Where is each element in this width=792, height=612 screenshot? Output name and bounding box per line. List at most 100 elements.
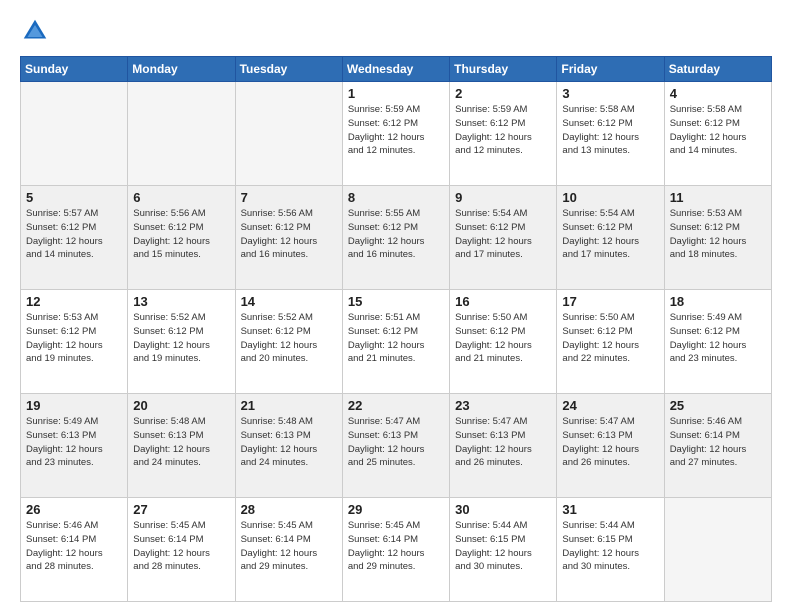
day-info: Sunrise: 5:56 AM Sunset: 6:12 PM Dayligh… [133, 207, 229, 262]
calendar-cell [21, 82, 128, 186]
logo-icon [20, 16, 50, 46]
calendar-cell [128, 82, 235, 186]
day-info: Sunrise: 5:59 AM Sunset: 6:12 PM Dayligh… [348, 103, 444, 158]
calendar-cell: 20 Sunrise: 5:48 AM Sunset: 6:13 PM Dayli… [128, 394, 235, 498]
day-info: Sunrise: 5:47 AM Sunset: 6:13 PM Dayligh… [348, 415, 444, 470]
day-info: Sunrise: 5:52 AM Sunset: 6:12 PM Dayligh… [241, 311, 337, 366]
day-number: 19 [26, 398, 122, 413]
weekday-header-tuesday: Tuesday [235, 57, 342, 82]
calendar-cell: 7 Sunrise: 5:56 AM Sunset: 6:12 PM Daylig… [235, 186, 342, 290]
day-number: 4 [670, 86, 766, 101]
day-number: 26 [26, 502, 122, 517]
week-row-2: 5Sunrise: 5:57 AM Sunset: 6:12 PM Daylig… [21, 186, 772, 290]
calendar-cell: 17 Sunrise: 5:50 AM Sunset: 6:12 PM Dayli… [557, 290, 664, 394]
day-number: 14 [241, 294, 337, 309]
day-info: Sunrise: 5:50 AM Sunset: 6:12 PM Dayligh… [562, 311, 658, 366]
calendar-cell: 19Sunrise: 5:49 AM Sunset: 6:13 PM Dayli… [21, 394, 128, 498]
day-info: Sunrise: 5:46 AM Sunset: 6:14 PM Dayligh… [26, 519, 122, 574]
day-info: Sunrise: 5:48 AM Sunset: 6:13 PM Dayligh… [133, 415, 229, 470]
calendar-cell: 2Sunrise: 5:59 AM Sunset: 6:12 PM Daylig… [450, 82, 557, 186]
weekday-header-sunday: Sunday [21, 57, 128, 82]
weekday-header-monday: Monday [128, 57, 235, 82]
day-number: 15 [348, 294, 444, 309]
calendar-cell: 12 Sunrise: 5:53 AM Sunset: 6:12 PM Dayli… [21, 290, 128, 394]
day-info: Sunrise: 5:47 AM Sunset: 6:13 PM Dayligh… [562, 415, 658, 470]
day-number: 5 [26, 190, 122, 205]
day-number: 2 [455, 86, 551, 101]
day-info: Sunrise: 5:54 AM Sunset: 6:12 PM Dayligh… [562, 207, 658, 262]
week-row-1: 1 Sunrise: 5:59 AM Sunset: 6:12 PM Daylig… [21, 82, 772, 186]
calendar-cell: 9 Sunrise: 5:54 AM Sunset: 6:12 PM Daylig… [450, 186, 557, 290]
day-number: 11 [670, 190, 766, 205]
day-number: 3 [562, 86, 658, 101]
day-info: Sunrise: 5:46 AM Sunset: 6:14 PM Dayligh… [670, 415, 766, 470]
header [20, 16, 772, 46]
page: SundayMondayTuesdayWednesdayThursdayFrid… [0, 0, 792, 612]
calendar-cell: 29Sunrise: 5:45 AM Sunset: 6:14 PM Dayli… [342, 498, 449, 602]
day-number: 10 [562, 190, 658, 205]
calendar-cell: 22Sunrise: 5:47 AM Sunset: 6:13 PM Dayli… [342, 394, 449, 498]
calendar-cell: 30Sunrise: 5:44 AM Sunset: 6:15 PM Dayli… [450, 498, 557, 602]
day-info: Sunrise: 5:47 AM Sunset: 6:13 PM Dayligh… [455, 415, 551, 470]
day-number: 27 [133, 502, 229, 517]
calendar-cell: 11 Sunrise: 5:53 AM Sunset: 6:12 PM Dayli… [664, 186, 771, 290]
weekday-header-row: SundayMondayTuesdayWednesdayThursdayFrid… [21, 57, 772, 82]
day-number: 30 [455, 502, 551, 517]
day-number: 13 [133, 294, 229, 309]
calendar-cell: 3Sunrise: 5:58 AM Sunset: 6:12 PM Daylig… [557, 82, 664, 186]
day-number: 25 [670, 398, 766, 413]
calendar-cell: 4 Sunrise: 5:58 AM Sunset: 6:12 PM Daylig… [664, 82, 771, 186]
calendar-cell: 13 Sunrise: 5:52 AM Sunset: 6:12 PM Dayli… [128, 290, 235, 394]
day-number: 29 [348, 502, 444, 517]
day-number: 24 [562, 398, 658, 413]
day-number: 12 [26, 294, 122, 309]
day-info: Sunrise: 5:51 AM Sunset: 6:12 PM Dayligh… [348, 311, 444, 366]
day-info: Sunrise: 5:55 AM Sunset: 6:12 PM Dayligh… [348, 207, 444, 262]
calendar-cell: 18Sunrise: 5:49 AM Sunset: 6:12 PM Dayli… [664, 290, 771, 394]
calendar-cell: 14 Sunrise: 5:52 AM Sunset: 6:12 PM Dayli… [235, 290, 342, 394]
calendar-cell [664, 498, 771, 602]
day-info: Sunrise: 5:44 AM Sunset: 6:15 PM Dayligh… [562, 519, 658, 574]
day-number: 17 [562, 294, 658, 309]
day-number: 6 [133, 190, 229, 205]
day-number: 23 [455, 398, 551, 413]
week-row-5: 26 Sunrise: 5:46 AM Sunset: 6:14 PM Dayli… [21, 498, 772, 602]
day-info: Sunrise: 5:58 AM Sunset: 6:12 PM Dayligh… [670, 103, 766, 158]
calendar-cell: 24 Sunrise: 5:47 AM Sunset: 6:13 PM Dayli… [557, 394, 664, 498]
day-info: Sunrise: 5:49 AM Sunset: 6:12 PM Dayligh… [670, 311, 766, 366]
week-row-3: 12 Sunrise: 5:53 AM Sunset: 6:12 PM Dayli… [21, 290, 772, 394]
day-info: Sunrise: 5:50 AM Sunset: 6:12 PM Dayligh… [455, 311, 551, 366]
day-number: 31 [562, 502, 658, 517]
calendar-cell: 10 Sunrise: 5:54 AM Sunset: 6:12 PM Dayli… [557, 186, 664, 290]
weekday-header-thursday: Thursday [450, 57, 557, 82]
calendar-cell: 1 Sunrise: 5:59 AM Sunset: 6:12 PM Daylig… [342, 82, 449, 186]
day-info: Sunrise: 5:45 AM Sunset: 6:14 PM Dayligh… [241, 519, 337, 574]
day-number: 9 [455, 190, 551, 205]
day-number: 7 [241, 190, 337, 205]
week-row-4: 19Sunrise: 5:49 AM Sunset: 6:13 PM Dayli… [21, 394, 772, 498]
day-number: 28 [241, 502, 337, 517]
calendar-cell: 31 Sunrise: 5:44 AM Sunset: 6:15 PM Dayli… [557, 498, 664, 602]
day-number: 1 [348, 86, 444, 101]
calendar-cell: 23 Sunrise: 5:47 AM Sunset: 6:13 PM Dayli… [450, 394, 557, 498]
day-info: Sunrise: 5:53 AM Sunset: 6:12 PM Dayligh… [26, 311, 122, 366]
calendar-cell: 15 Sunrise: 5:51 AM Sunset: 6:12 PM Dayli… [342, 290, 449, 394]
logo [20, 16, 52, 46]
weekday-header-wednesday: Wednesday [342, 57, 449, 82]
weekday-header-saturday: Saturday [664, 57, 771, 82]
calendar-cell: 26 Sunrise: 5:46 AM Sunset: 6:14 PM Dayli… [21, 498, 128, 602]
weekday-header-friday: Friday [557, 57, 664, 82]
day-info: Sunrise: 5:48 AM Sunset: 6:13 PM Dayligh… [241, 415, 337, 470]
day-info: Sunrise: 5:53 AM Sunset: 6:12 PM Dayligh… [670, 207, 766, 262]
day-number: 20 [133, 398, 229, 413]
day-info: Sunrise: 5:54 AM Sunset: 6:12 PM Dayligh… [455, 207, 551, 262]
day-info: Sunrise: 5:56 AM Sunset: 6:12 PM Dayligh… [241, 207, 337, 262]
calendar-cell [235, 82, 342, 186]
calendar-cell: 8Sunrise: 5:55 AM Sunset: 6:12 PM Daylig… [342, 186, 449, 290]
calendar-cell: 5Sunrise: 5:57 AM Sunset: 6:12 PM Daylig… [21, 186, 128, 290]
calendar-cell: 28 Sunrise: 5:45 AM Sunset: 6:14 PM Dayli… [235, 498, 342, 602]
day-number: 16 [455, 294, 551, 309]
calendar-cell: 21Sunrise: 5:48 AM Sunset: 6:13 PM Dayli… [235, 394, 342, 498]
day-info: Sunrise: 5:52 AM Sunset: 6:12 PM Dayligh… [133, 311, 229, 366]
calendar-cell: 6 Sunrise: 5:56 AM Sunset: 6:12 PM Daylig… [128, 186, 235, 290]
